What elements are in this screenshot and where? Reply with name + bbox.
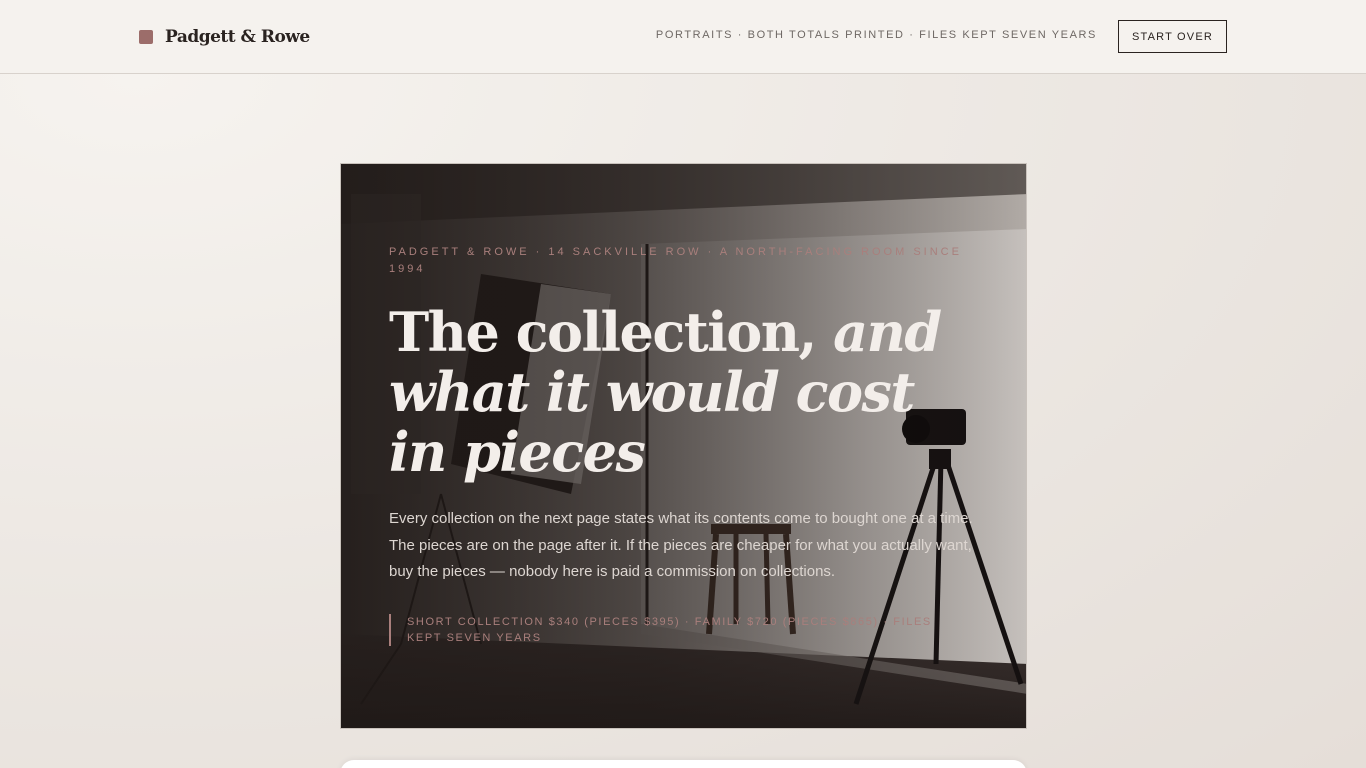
price-note: SHORT COLLECTION $340 (PIECES $395) · FA… (389, 613, 959, 646)
hero-panel: PADGETT & ROWE · 14 SACKVILLE ROW · A NO… (340, 163, 1027, 729)
top-bar: Padgett & Rowe PORTRAITS · BOTH TOTALS P… (0, 0, 1366, 74)
brand-mark-icon (139, 30, 153, 44)
start-over-button[interactable]: START OVER (1118, 20, 1227, 53)
header-tagline: PORTRAITS · BOTH TOTALS PRINTED · FILES … (655, 29, 1097, 41)
brand[interactable]: Padgett & Rowe (139, 26, 310, 48)
next-section-card (340, 760, 1027, 768)
hero-content: PADGETT & ROWE · 14 SACKVILLE ROW · A NO… (389, 244, 979, 646)
hero-lede: Every collection on the next page states… (389, 510, 973, 580)
hero-eyebrow: PADGETT & ROWE · 14 SACKVILLE ROW · A NO… (389, 246, 962, 275)
headline-plain: The collection, (389, 300, 834, 364)
brand-name: Padgett & Rowe (165, 27, 310, 47)
hero-headline: The collection, and what it would cost i… (389, 302, 979, 482)
